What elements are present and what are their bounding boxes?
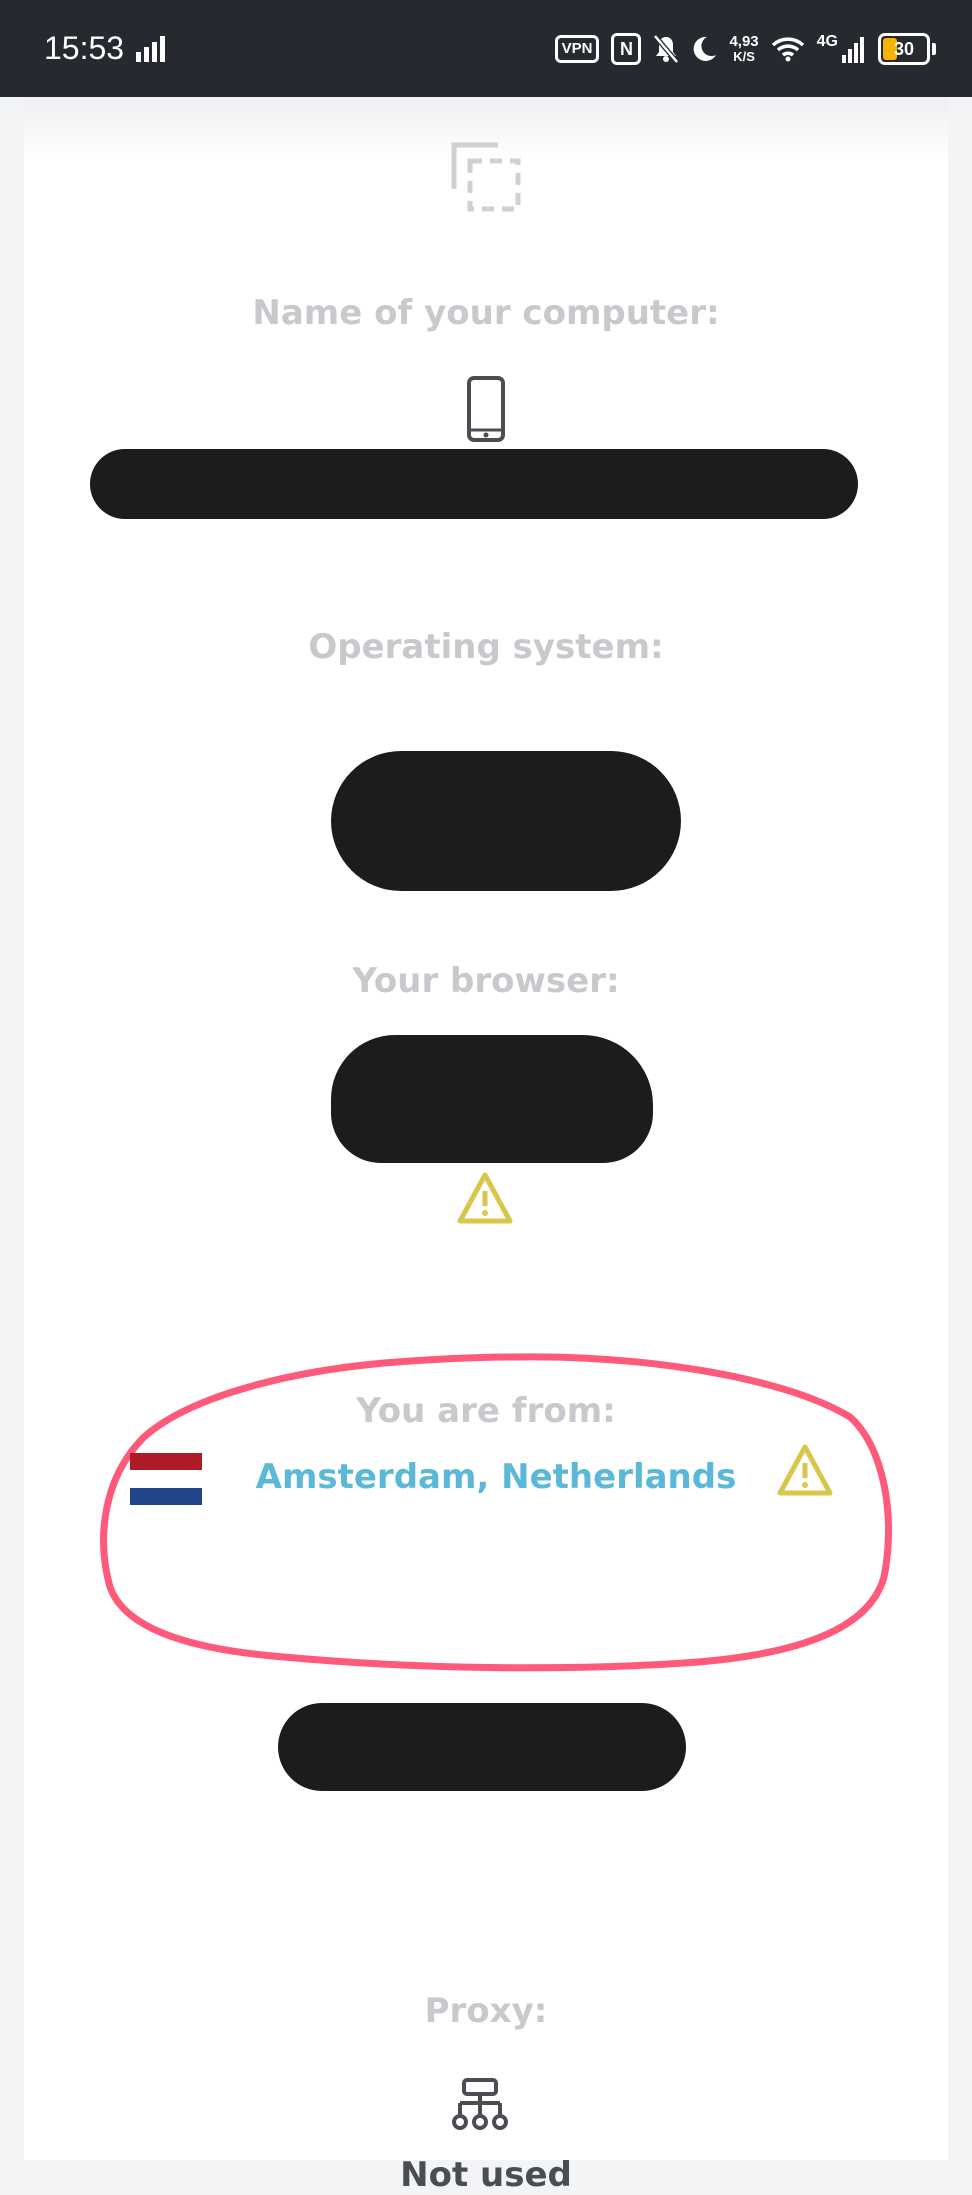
network-type: 4G <box>816 33 838 50</box>
moon-icon <box>694 36 717 61</box>
browser-label: Your browser: <box>352 961 620 1001</box>
battery-level: 30 <box>893 38 915 59</box>
warning-icon[interactable] <box>456 1171 514 1225</box>
network-tree-icon <box>452 2078 508 2130</box>
location-label: You are from: <box>356 1391 616 1431</box>
os-label: Operating system: <box>308 627 664 667</box>
wifi-icon <box>771 37 804 62</box>
proxy-label: Proxy: <box>424 1991 548 2031</box>
phone-icon <box>467 376 505 442</box>
speed-value: 4,93 <box>729 33 759 50</box>
battery-icon: 30 <box>878 33 930 65</box>
status-icons: VPN N 4,93 K/S 4G 30 <box>554 28 936 70</box>
highlight-circle-annotation <box>100 1353 892 1672</box>
os-redacted <box>331 751 681 891</box>
vpn-icon: VPN <box>554 35 600 63</box>
network-speed: 4,93 K/S <box>729 34 758 64</box>
status-time: 15:53 <box>44 30 125 66</box>
cell-signal-icon <box>842 37 864 63</box>
battery-tip <box>932 43 936 55</box>
speed-unit: K/S <box>733 49 755 64</box>
fullscreen-icon[interactable] <box>450 141 522 213</box>
proxy-value: Not used <box>400 2155 572 2195</box>
mute-bell-icon <box>653 34 680 64</box>
info-card: Name of your computer: Operating system:… <box>24 97 948 2195</box>
signal-icon <box>136 36 165 62</box>
browser-redacted <box>331 1035 653 1163</box>
isp-redacted <box>278 1703 686 1791</box>
status-bar: 15:53 VPN N 4,93 K/S 4G 30 <box>0 0 972 97</box>
warning-icon[interactable] <box>776 1443 834 1497</box>
computer-name-label: Name of your computer: <box>252 293 720 333</box>
nfc-icon: N <box>611 33 642 65</box>
computer-name-redacted <box>90 449 858 519</box>
